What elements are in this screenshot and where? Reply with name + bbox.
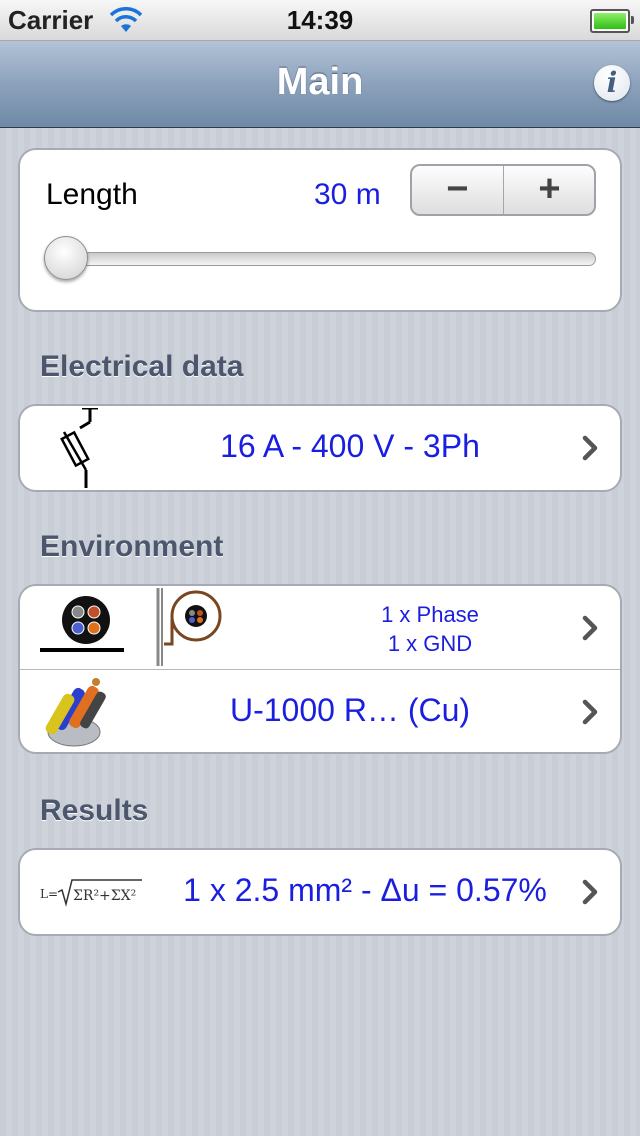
cable-type-value: U-1000 R… (Cu): [229, 692, 471, 728]
results-value: 1 x 2.5 mm² - Δu = 0.57%: [183, 872, 547, 908]
environment-group: 1 x Phase 1 x GND U-1000 R… (Cu): [18, 584, 622, 754]
battery-icon: [590, 9, 634, 33]
cable-on-floor-icon: [40, 596, 124, 652]
results-row[interactable]: L= ΣR²+ΣX² 1 x 2.5 mm² - Δu = 0.57%: [20, 850, 620, 934]
navigation-bar: Main i: [0, 41, 640, 128]
fuse-icon: [60, 408, 98, 488]
section-header-results: Results: [40, 794, 149, 827]
increment-button[interactable]: +: [504, 166, 594, 214]
electrical-group: 16 A - 400 V - 3Ph: [18, 404, 622, 492]
slider-thumb[interactable]: [44, 236, 88, 280]
length-value: 30 m: [314, 178, 381, 211]
length-stepper[interactable]: − +: [410, 164, 596, 216]
status-bar: Carrier 14:39: [0, 0, 640, 41]
page-title: Main: [276, 61, 364, 103]
installation-line-1: 1 x Phase: [381, 602, 479, 627]
cable-bundle-icon: [45, 678, 106, 747]
chevron-right-icon: [582, 879, 598, 905]
info-icon[interactable]: i: [594, 65, 630, 101]
installation-row[interactable]: 1 x Phase 1 x GND: [20, 586, 620, 669]
chevron-right-icon: [582, 435, 598, 461]
installation-line-2: 1 x GND: [387, 631, 473, 656]
section-header-environment: Environment: [40, 530, 224, 563]
clock: 14:39: [286, 5, 354, 35]
section-header-electrical: Electrical data: [40, 350, 244, 383]
length-label: Length: [46, 178, 138, 211]
length-group: Length 30 m − +: [18, 148, 622, 312]
svg-text:L=: L=: [40, 887, 58, 901]
electrical-data-value: 16 A - 400 V - 3Ph: [220, 428, 480, 464]
chevron-right-icon: [582, 615, 598, 641]
chevron-right-icon: [582, 699, 598, 725]
length-slider[interactable]: [44, 252, 596, 266]
electrical-data-row[interactable]: 16 A - 400 V - 3Ph: [20, 406, 620, 490]
cable-in-conduit-icon: [156, 588, 222, 666]
cable-type-row[interactable]: U-1000 R… (Cu): [20, 670, 620, 752]
decrement-button[interactable]: −: [412, 166, 504, 214]
results-group: L= ΣR²+ΣX² 1 x 2.5 mm² - Δu = 0.57%: [18, 848, 622, 936]
